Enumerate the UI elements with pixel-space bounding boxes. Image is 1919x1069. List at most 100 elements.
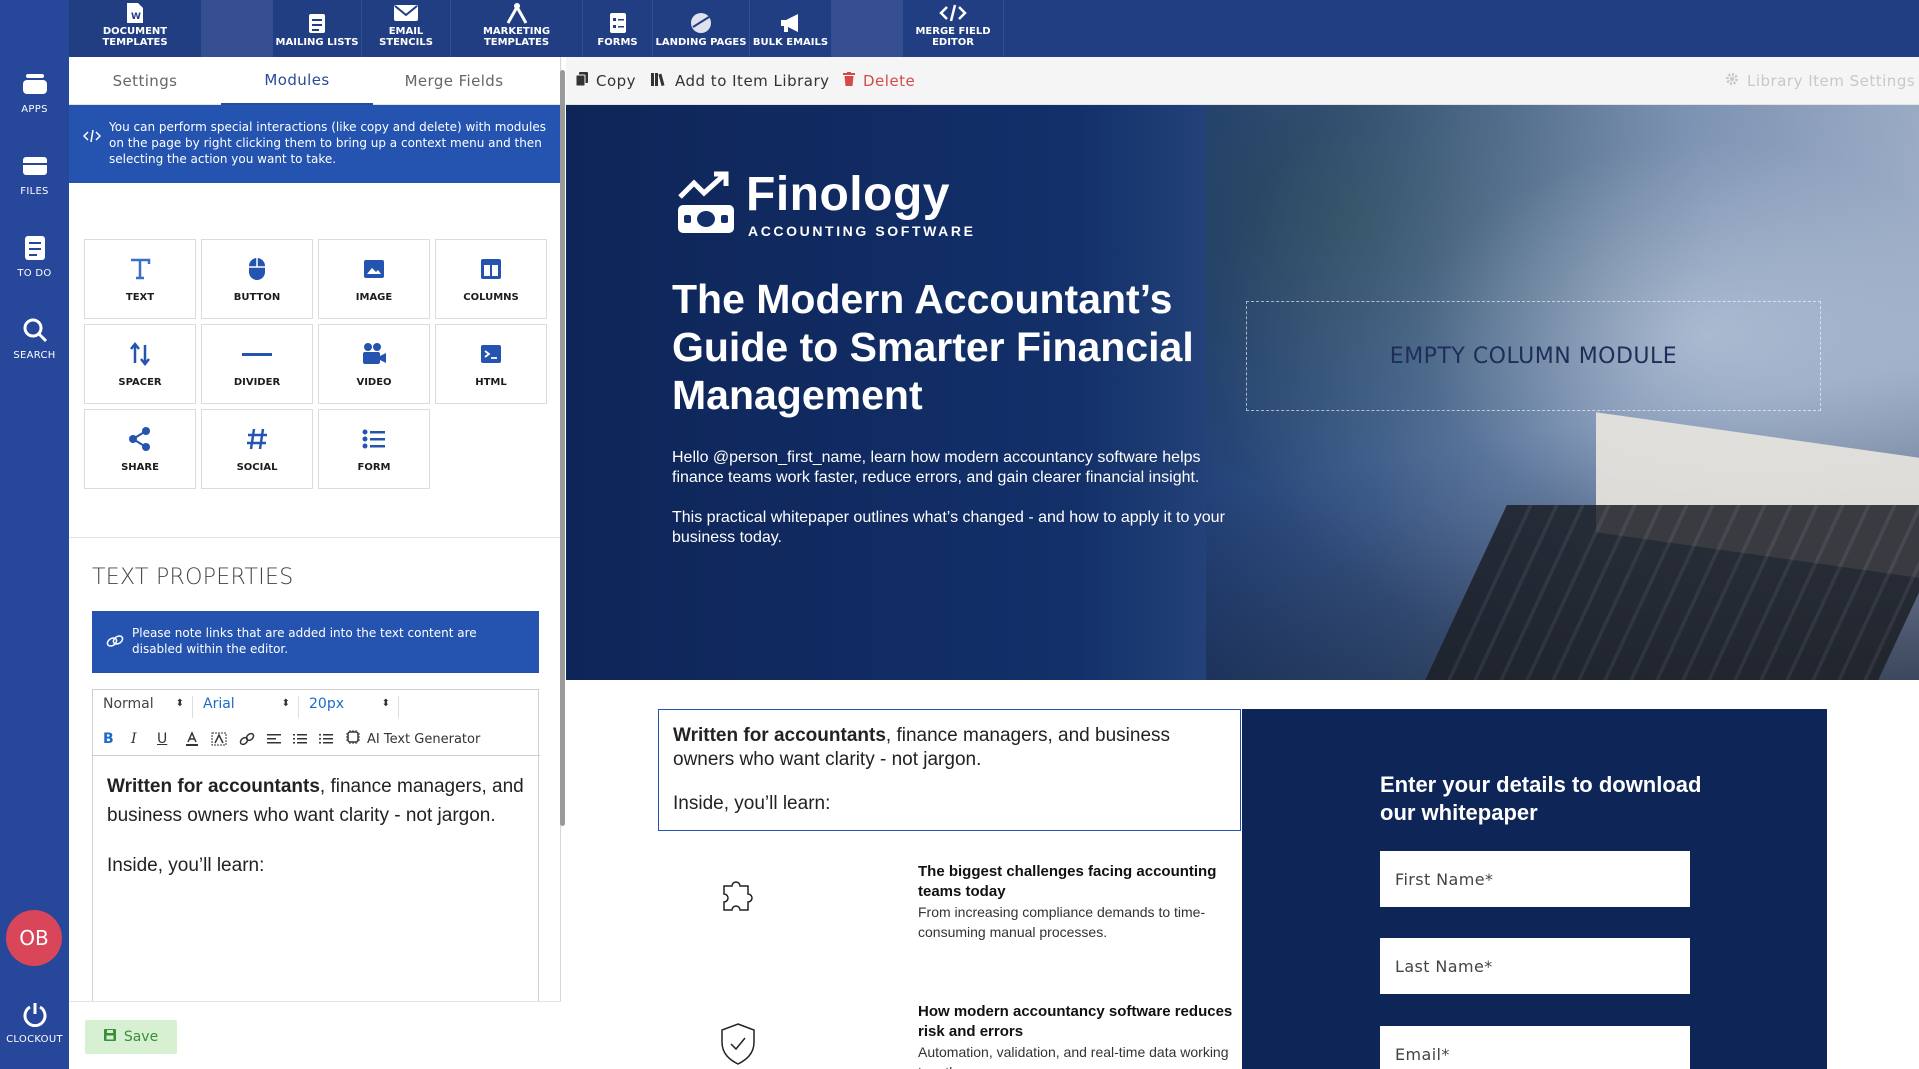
module-text-label: TEXT <box>125 292 155 303</box>
nav-email-stencils-label: EMAIL STENCILS <box>379 26 433 48</box>
share-icon <box>85 424 195 454</box>
delete-button[interactable]: Delete <box>843 72 915 90</box>
ai-chip-icon <box>345 729 361 749</box>
feature-text-1: From increasing compliance demands to ti… <box>918 904 1206 940</box>
text-properties-title: TEXT PROPERTIES <box>92 565 294 590</box>
module-video-label: VIDEO <box>356 377 392 388</box>
editor-bold-lead: Written for accountants <box>107 776 320 797</box>
nav-blank-1[interactable] <box>202 0 273 57</box>
nav-merge-field-editor[interactable]: MERGE FIELD EDITOR <box>903 0 1004 57</box>
font-select[interactable]: Arial ⬍ <box>193 696 299 718</box>
nav-marketing-templates[interactable]: MARKETING TEMPLATES <box>451 0 583 57</box>
avatar[interactable]: OB <box>6 910 62 966</box>
compass-icon <box>504 0 530 26</box>
nav-email-stencils[interactable]: EMAIL STENCILS <box>362 0 451 57</box>
editor-content[interactable]: Written for accountants, finance manager… <box>107 772 527 901</box>
library-item-settings-button[interactable]: Library Item Settings <box>1725 72 1915 90</box>
first-name-field[interactable]: First Name* <box>1380 851 1690 907</box>
intro-second: Inside, you’ll learn: <box>673 793 831 814</box>
selected-text-module[interactable]: Written for accountants, finance manager… <box>658 709 1241 831</box>
last-name-field[interactable]: Last Name* <box>1380 938 1690 994</box>
italic-icon[interactable]: I <box>131 730 137 748</box>
style-select[interactable]: Normal ⬍ <box>93 696 193 718</box>
bold-icon[interactable]: B <box>103 730 114 748</box>
delete-label: Delete <box>863 72 916 90</box>
module-text[interactable]: TEXT <box>84 239 196 319</box>
rail-apps[interactable]: APPS <box>0 68 69 115</box>
panel-scrollbar[interactable] <box>560 70 565 826</box>
logo-money-icon <box>678 171 734 233</box>
logo-subtitle: ACCOUNTING SOFTWARE <box>748 223 976 239</box>
nav-forms[interactable]: FORMS <box>583 0 653 57</box>
module-video[interactable]: VIDEO <box>318 324 430 404</box>
feature-item[interactable]: The biggest challenges facing accounting… <box>658 862 1241 972</box>
nav-bulk-emails[interactable]: BULK EMAILS <box>750 0 832 57</box>
finology-logo: Finology ACCOUNTING SOFTWARE <box>676 168 973 239</box>
module-button-label: BUTTON <box>233 292 281 303</box>
rail-files[interactable]: FILES <box>0 150 69 197</box>
nav-bulk-emails-label: BULK EMAILS <box>752 37 829 48</box>
module-social-label: SOCIAL <box>236 462 278 473</box>
ai-text-generator-button[interactable]: AI Text Generator <box>345 730 480 748</box>
save-button[interactable]: Save <box>85 1020 177 1054</box>
library-item-settings-label: Library Item Settings <box>1747 72 1916 90</box>
size-select[interactable]: 20px ⬍ <box>299 696 399 718</box>
module-columns[interactable]: COLUMNS <box>435 239 547 319</box>
nav-blank-2[interactable] <box>832 0 903 57</box>
align-icon[interactable] <box>267 730 281 748</box>
nav-document-templates[interactable]: W DOCUMENT TEMPLATES <box>69 0 202 57</box>
tab-modules[interactable]: Modules <box>221 57 373 105</box>
nav-landing-pages[interactable]: LANDING PAGES <box>653 0 750 57</box>
module-html[interactable]: HTML <box>435 324 547 404</box>
ordered-list-icon[interactable] <box>293 730 307 748</box>
document-icon: W <box>125 0 145 26</box>
nav-merge-field-editor-label: MERGE FIELD EDITOR <box>915 26 991 48</box>
download-form-panel[interactable]: Enter your details to download our white… <box>1242 709 1827 1069</box>
nav-mailing-lists[interactable]: MAILING LISTS <box>273 0 362 57</box>
tab-settings[interactable]: Settings <box>69 57 221 105</box>
module-share-label: SHARE <box>121 462 159 473</box>
envelope-icon <box>393 0 419 26</box>
module-image-label: IMAGE <box>355 292 393 303</box>
form-title: Enter your details to download our white… <box>1380 772 1702 825</box>
highlight-icon[interactable] <box>211 730 227 748</box>
text-color-icon[interactable] <box>185 730 199 748</box>
add-to-library-button[interactable]: Add to Item Library <box>651 72 830 90</box>
editor-toolbar: B I U AI Text Generator <box>93 722 540 756</box>
keyboard-shape <box>1425 505 1919 680</box>
module-spacer[interactable]: SPACER <box>84 324 196 404</box>
rail-clockout-label: CLOCKOUT <box>6 1034 63 1045</box>
feature-item[interactable]: How modern accountancy software reduces … <box>658 1002 1241 1069</box>
link-icon[interactable] <box>239 730 255 748</box>
rail-todo[interactable]: TO DO <box>0 232 69 279</box>
rail-search[interactable]: SEARCH <box>0 314 69 361</box>
module-button[interactable]: BUTTON <box>201 239 313 319</box>
video-camera-icon <box>319 339 429 369</box>
nav-landing-pages-label: LANDING PAGES <box>655 37 747 48</box>
copy-button[interactable]: Copy <box>575 72 636 90</box>
hero-section[interactable]: Finology ACCOUNTING SOFTWARE The Modern … <box>566 105 1919 680</box>
module-form[interactable]: FORM <box>318 409 430 489</box>
list-icon <box>307 9 327 37</box>
nav-marketing-templates-label: MARKETING TEMPLATES <box>482 26 551 48</box>
panel-divider <box>69 537 561 538</box>
module-share[interactable]: SHARE <box>84 409 196 489</box>
module-social[interactable]: SOCIAL <box>201 409 313 489</box>
email-field[interactable]: Email* <box>1380 1026 1690 1069</box>
puzzle-icon <box>718 872 760 918</box>
page-canvas: Finology ACCOUNTING SOFTWARE The Modern … <box>566 105 1919 1069</box>
links-note-text: Please note links that are added into th… <box>132 626 477 656</box>
underline-icon[interactable]: U <box>157 730 167 748</box>
left-rail: APPS FILES TO DO SEARCH OB CLOCKOUT <box>0 0 69 1069</box>
feature-title-1: The biggest challenges facing accounting… <box>918 863 1217 900</box>
rail-todo-label: TO DO <box>17 268 52 279</box>
tab-merge-fields[interactable]: Merge Fields <box>373 57 535 105</box>
module-divider[interactable]: DIVIDER <box>201 324 313 404</box>
code-icon <box>82 129 102 147</box>
empty-column-module[interactable]: EMPTY COLUMN MODULE <box>1246 301 1821 411</box>
rail-clockout[interactable]: CLOCKOUT <box>0 998 69 1045</box>
module-image[interactable]: IMAGE <box>318 239 430 319</box>
module-spacer-label: SPACER <box>118 377 162 388</box>
links-note-banner: Please note links that are added into th… <box>92 611 539 673</box>
bullet-list-icon[interactable] <box>319 730 333 748</box>
